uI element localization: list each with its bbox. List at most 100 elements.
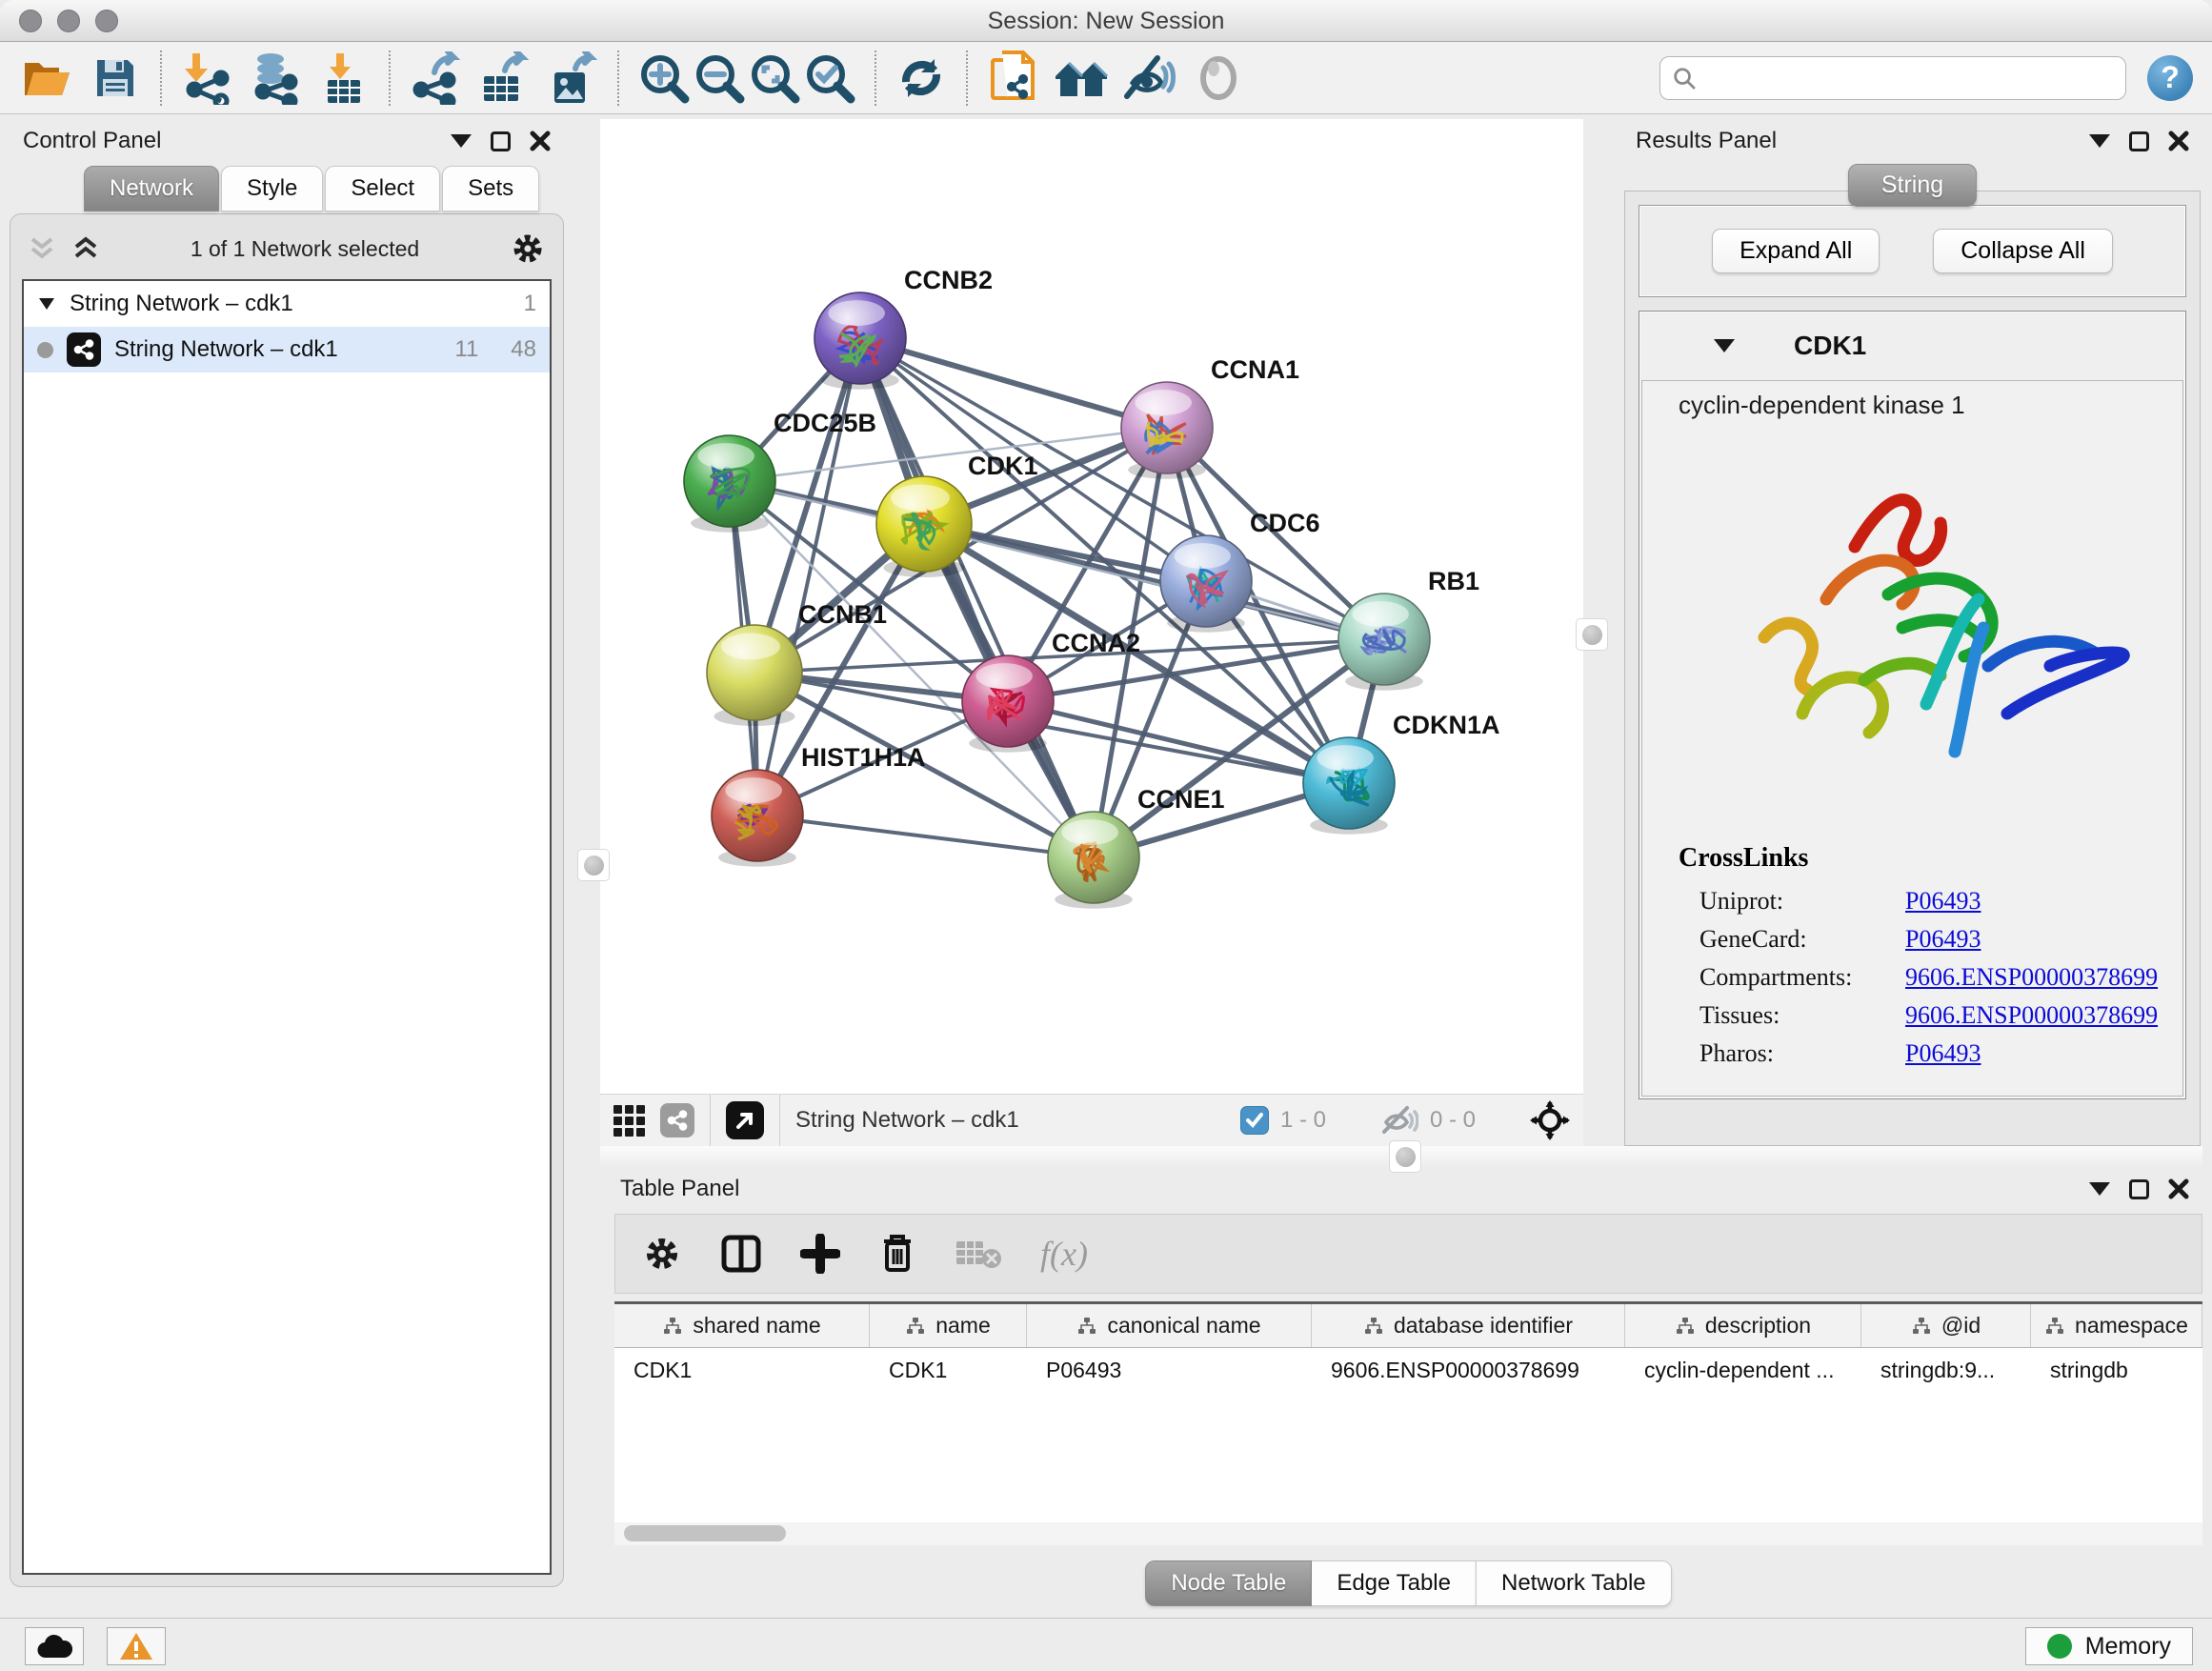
- float-panel-icon[interactable]: [2129, 131, 2149, 151]
- cloud-status-button[interactable]: [25, 1627, 84, 1665]
- table-cell[interactable]: CDK1: [870, 1348, 1027, 1394]
- expand-all-icon[interactable]: [71, 235, 100, 262]
- float-panel-icon[interactable]: [491, 131, 511, 151]
- crosslink-link[interactable]: 9606.ENSP00000378699: [1905, 963, 2158, 992]
- close-panel-icon[interactable]: [2168, 1178, 2189, 1199]
- float-panel-icon[interactable]: [2129, 1179, 2149, 1199]
- search-input[interactable]: [1706, 65, 2114, 91]
- node-HIST1H1A[interactable]: HIST1H1A: [712, 743, 926, 867]
- network-badge-icon[interactable]: [660, 1103, 694, 1137]
- node-CDC25B[interactable]: CDC25B: [684, 409, 876, 533]
- tab-string[interactable]: String: [1848, 164, 1977, 207]
- left-splitter-handle[interactable]: [577, 849, 610, 881]
- minimize-window-button[interactable]: [57, 10, 80, 32]
- table-cell[interactable]: stringdb:9...: [1861, 1348, 2031, 1394]
- help-icon[interactable]: ?: [2147, 55, 2193, 101]
- close-panel-icon[interactable]: [2168, 131, 2189, 151]
- table-cell[interactable]: P06493: [1027, 1348, 1312, 1394]
- table-cell[interactable]: 9606.ENSP00000378699: [1312, 1348, 1625, 1394]
- crosslink-link[interactable]: 9606.ENSP00000378699: [1905, 1001, 2158, 1030]
- table-cell[interactable]: stringdb: [2031, 1348, 2202, 1394]
- node-CCNB1[interactable]: CCNB1: [707, 600, 887, 726]
- tab-node-table[interactable]: Node Table: [1145, 1560, 1312, 1606]
- column-header-name[interactable]: name: [870, 1304, 1027, 1347]
- network-collection-row[interactable]: String Network – cdk1 1: [24, 281, 550, 327]
- zoom-fit-icon[interactable]: [747, 50, 802, 107]
- zoom-in-icon[interactable]: [636, 50, 692, 107]
- zoom-out-icon[interactable]: [692, 50, 747, 107]
- table-cell[interactable]: cyclin-dependent ...: [1625, 1348, 1861, 1394]
- section-collapse-icon[interactable]: [1714, 339, 1735, 352]
- save-session-icon[interactable]: [88, 50, 143, 107]
- column-header-database-identifier[interactable]: database identifier: [1312, 1304, 1625, 1347]
- node-result-header[interactable]: CDK1: [1639, 312, 2185, 380]
- crosslink-link[interactable]: P06493: [1905, 925, 1981, 954]
- edge-CCNB2-CCNE1[interactable]: [860, 338, 1094, 857]
- selected-items-checkbox[interactable]: [1240, 1106, 1269, 1135]
- splitter-handle[interactable]: [1389, 1140, 1421, 1173]
- table-row[interactable]: CDK1CDK1P064939606.ENSP00000378699cyclin…: [614, 1348, 2202, 1394]
- delete-column-icon[interactable]: [878, 1232, 916, 1276]
- show-graphics-details-icon[interactable]: [1191, 50, 1246, 107]
- column-header-canonical-name[interactable]: canonical name: [1027, 1304, 1312, 1347]
- memory-button[interactable]: Memory: [2025, 1627, 2193, 1665]
- tab-style[interactable]: Style: [221, 166, 323, 211]
- import-network-file-icon[interactable]: [179, 50, 234, 107]
- node-CCNA1[interactable]: CCNA1: [1121, 355, 1299, 479]
- home-icon[interactable]: [1054, 50, 1109, 107]
- crosslink-link[interactable]: P06493: [1905, 1039, 1981, 1068]
- column-header-namespace[interactable]: namespace: [2031, 1304, 2202, 1347]
- pan-crosshair-icon[interactable]: [1530, 1100, 1570, 1140]
- zoom-selected-icon[interactable]: [802, 50, 857, 107]
- table-cell[interactable]: CDK1: [614, 1348, 870, 1394]
- right-splitter-handle[interactable]: [1576, 618, 1608, 651]
- close-window-button[interactable]: [19, 10, 42, 32]
- column-header-description[interactable]: description: [1625, 1304, 1861, 1347]
- tab-select[interactable]: Select: [325, 166, 440, 211]
- maximize-window-button[interactable]: [95, 10, 118, 32]
- hide-graphics-details-icon[interactable]: [1122, 50, 1177, 107]
- network-options-gear-icon[interactable]: [510, 231, 546, 267]
- column-header-shared-name[interactable]: shared name: [614, 1304, 870, 1347]
- import-table-file-icon[interactable]: [316, 50, 372, 107]
- duplicate-network-icon[interactable]: [985, 50, 1040, 107]
- tab-sets[interactable]: Sets: [442, 166, 539, 211]
- birdseye-view-icon[interactable]: [726, 1101, 764, 1139]
- tab-network-table[interactable]: Network Table: [1476, 1560, 1672, 1606]
- close-panel-icon[interactable]: [530, 131, 551, 151]
- table-options-gear-icon[interactable]: [642, 1234, 682, 1274]
- network-view-title: String Network – cdk1: [795, 1107, 1019, 1134]
- node-CCNE1[interactable]: CCNE1: [1048, 785, 1225, 909]
- import-network-database-icon[interactable]: [248, 50, 303, 107]
- panel-menu-icon[interactable]: [451, 134, 472, 148]
- crosslink-link[interactable]: P06493: [1905, 887, 1981, 916]
- export-network-icon[interactable]: [408, 50, 463, 107]
- network-row-selected[interactable]: String Network – cdk1 11 48: [24, 327, 550, 372]
- add-column-icon[interactable]: [800, 1234, 840, 1274]
- tree-expand-icon[interactable]: [37, 296, 56, 312]
- panel-menu-icon[interactable]: [2089, 134, 2110, 148]
- tab-network[interactable]: Network: [84, 166, 219, 211]
- warnings-button[interactable]: [107, 1627, 166, 1665]
- apply-layout-refresh-icon[interactable]: [894, 50, 949, 107]
- grid-view-icon[interactable]: [613, 1105, 645, 1137]
- horizontal-splitter[interactable]: [600, 1146, 2202, 1167]
- column-header-@id[interactable]: @id: [1861, 1304, 2031, 1347]
- show-columns-icon[interactable]: [720, 1233, 762, 1275]
- collapse-all-icon[interactable]: [28, 235, 56, 262]
- edge-CCNB2-CCNA1[interactable]: [860, 338, 1167, 428]
- node-RB1[interactable]: RB1: [1338, 567, 1479, 691]
- tab-edge-table[interactable]: Edge Table: [1312, 1560, 1476, 1606]
- export-table-icon[interactable]: [476, 50, 532, 107]
- table-horizontal-scrollbar[interactable]: [614, 1522, 2202, 1545]
- open-session-icon[interactable]: [19, 50, 74, 107]
- node-CDK1[interactable]: CDK1: [876, 452, 1038, 577]
- expand-all-button[interactable]: Expand All: [1712, 229, 1880, 273]
- scrollbar-thumb[interactable]: [624, 1525, 786, 1541]
- export-image-icon[interactable]: [545, 50, 600, 107]
- edge-HIST1H1A-CCNE1[interactable]: [757, 815, 1094, 857]
- network-canvas[interactable]: CCNB2CCNA1CDC25BCDK1CDC6RB1CCNB1CCNA2CDK…: [600, 119, 1583, 1094]
- panel-menu-icon[interactable]: [2089, 1182, 2110, 1196]
- collapse-all-button[interactable]: Collapse All: [1933, 229, 2113, 273]
- node-CDKN1A[interactable]: CDKN1A: [1303, 711, 1500, 835]
